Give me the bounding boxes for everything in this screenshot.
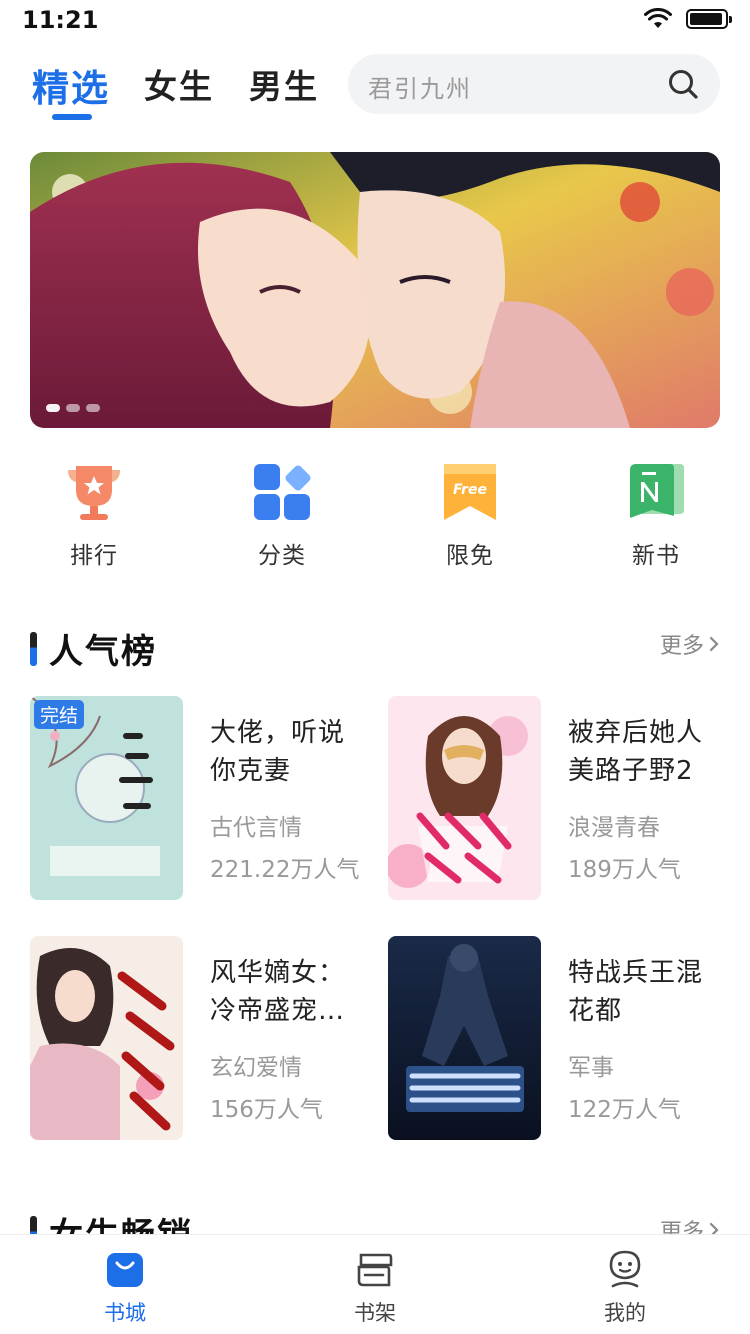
battery-icon — [686, 9, 732, 29]
category-grid-icon — [254, 464, 311, 520]
book-cover[interactable] — [30, 936, 183, 1140]
entry-free-label: 限免 — [446, 543, 494, 569]
banner-dot[interactable] — [46, 404, 60, 412]
book-cover[interactable] — [388, 936, 541, 1140]
search-input[interactable]: 君引九州 — [348, 54, 720, 114]
book-genre: 浪漫青春 — [568, 815, 660, 841]
book-genre: 军事 — [568, 1055, 614, 1081]
book-genre: 古代言情 — [210, 815, 302, 841]
banner-pagination — [46, 404, 100, 412]
free-ribbon-icon: Free — [444, 464, 496, 520]
book-popularity: 156万人气 — [210, 1097, 323, 1123]
nav-bookstore[interactable]: 书城 — [65, 1249, 185, 1327]
battery-level — [690, 13, 723, 25]
book-popularity: 221.22万人气 — [210, 857, 360, 883]
tab-featured[interactable]: 精选 — [32, 58, 110, 112]
section-title: 人气榜 — [49, 632, 157, 672]
nav-bookshelf[interactable]: 书架 — [315, 1249, 435, 1327]
more-label: 更多 — [659, 634, 704, 659]
nav-profile-label: 我的 — [604, 1301, 646, 1325]
cover-illustration — [30, 936, 183, 1140]
cover-illustration — [388, 696, 541, 900]
book-title[interactable]: 大佬，听说你克妻 — [210, 714, 370, 790]
search-icon[interactable] — [666, 67, 700, 101]
banner-dot[interactable] — [66, 404, 80, 412]
profile-face-icon — [609, 1250, 641, 1288]
wifi-icon — [644, 8, 672, 28]
nav-bookshelf-label: 书架 — [354, 1301, 396, 1325]
book-cover[interactable]: 完结 — [30, 696, 183, 900]
book-title[interactable]: 被弃后她人美路子野2 — [568, 714, 728, 790]
nav-bookstore-label: 书城 — [104, 1301, 146, 1325]
entry-new-books[interactable]: 新书 — [591, 460, 721, 570]
section-accent-bar — [30, 631, 37, 666]
book-card[interactable]: 完结 大佬，听说你克妻 古代言情 221.22万人气 — [30, 696, 370, 902]
status-indicators — [644, 8, 732, 30]
status-badge: 完结 — [34, 700, 85, 729]
entry-ranking-label: 排行 — [70, 543, 118, 569]
trophy-icon — [68, 466, 120, 520]
chevron-right-icon — [709, 636, 719, 652]
book-card[interactable]: 被弃后她人美路子野2 浪漫青春 189万人气 — [388, 696, 728, 902]
book-popularity: 189万人气 — [568, 857, 681, 883]
book-popularity: 122万人气 — [568, 1097, 681, 1123]
banner-dot[interactable] — [86, 404, 100, 412]
book-title[interactable]: 风华嫡女：冷帝盛宠… — [210, 954, 370, 1030]
entry-free[interactable]: Free 限免 — [405, 460, 535, 570]
tab-male[interactable]: 男生 — [249, 60, 319, 108]
new-book-icon — [630, 464, 684, 518]
tab-female[interactable]: 女生 — [144, 60, 214, 108]
entry-new-books-label: 新书 — [632, 543, 680, 569]
active-tab-indicator — [52, 114, 92, 120]
book-card[interactable]: 特战兵王混花都 军事 122万人气 — [388, 936, 728, 1142]
entry-category[interactable]: 分类 — [217, 460, 347, 570]
status-bar: 11:21 — [0, 0, 750, 40]
more-button[interactable]: 更多 — [660, 628, 720, 660]
bottom-navigation: 书城 书架 我的 — [0, 1234, 750, 1334]
popular-section-header: 人气榜 — [30, 624, 157, 673]
bookstore-bag-icon — [107, 1253, 143, 1287]
book-card[interactable]: 风华嫡女：冷帝盛宠… 玄幻爱情 156万人气 — [30, 936, 370, 1142]
status-time: 11:21 — [22, 6, 99, 34]
bookshelf-icon — [357, 1253, 393, 1287]
entry-category-label: 分类 — [258, 543, 306, 569]
entry-ranking[interactable]: 排行 — [29, 460, 159, 570]
search-placeholder: 君引九州 — [368, 75, 472, 103]
cover-illustration — [388, 936, 541, 1140]
nav-profile[interactable]: 我的 — [565, 1249, 685, 1327]
banner-illustration — [30, 152, 720, 428]
book-genre: 玄幻爱情 — [210, 1055, 302, 1081]
promo-banner[interactable] — [30, 152, 720, 428]
book-cover[interactable] — [388, 696, 541, 900]
svg-text:Free: Free — [453, 482, 487, 498]
book-title[interactable]: 特战兵王混花都 — [568, 954, 728, 1030]
